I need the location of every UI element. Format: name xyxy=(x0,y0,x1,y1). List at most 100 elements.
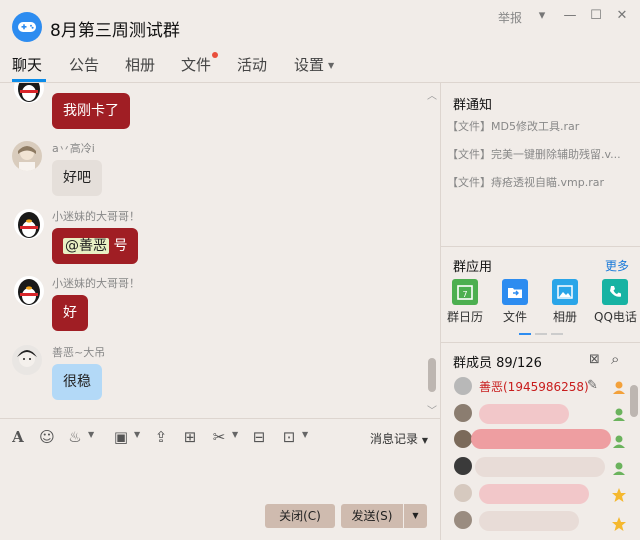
more-apps-link[interactable]: 更多 xyxy=(605,257,629,274)
user-photo-icon xyxy=(18,146,36,171)
apps-title: 群应用 xyxy=(453,260,493,275)
member-row[interactable] xyxy=(441,508,629,534)
message-bubble[interactable]: @善恶 号 xyxy=(52,228,139,264)
new-file-badge xyxy=(212,52,218,58)
blurred-member-name xyxy=(479,511,579,531)
send-button[interactable]: 发送(S) xyxy=(341,504,403,528)
album-icon[interactable] xyxy=(552,279,578,305)
member-row[interactable] xyxy=(441,481,629,507)
svg-text:7: 7 xyxy=(462,290,467,299)
sender-name: 小迷妹的大哥哥！ xyxy=(52,210,140,223)
calendar-icon[interactable]: 7 xyxy=(452,279,478,305)
member-icon xyxy=(611,406,627,422)
chat-window: 8月第三周测试群 举报 ▾ — ☐ ✕ 聊天 公告 相册 文件 活动 设置 ▼ 我… xyxy=(0,0,640,540)
send-options-dropdown[interactable]: ▼ xyxy=(404,504,427,528)
tab-chat[interactable]: 聊天 xyxy=(12,54,42,75)
chevron-down-icon[interactable]: ▼ xyxy=(302,430,308,439)
sender-name: a丷高冷i xyxy=(52,142,95,155)
edit-icon[interactable]: ✎ xyxy=(587,378,598,393)
chat-scrollbar[interactable] xyxy=(428,358,436,392)
pager-dot[interactable] xyxy=(535,333,547,335)
group-avatar[interactable] xyxy=(12,12,42,42)
message-input[interactable] xyxy=(0,452,440,502)
mention-tag[interactable]: @善恶 xyxy=(63,238,109,254)
member-row[interactable]: 善恶(1945986258) ✎ xyxy=(441,374,629,400)
tab-settings-label: 设置 xyxy=(294,56,325,74)
avatar[interactable] xyxy=(14,276,44,306)
search-icon[interactable]: ⌕ xyxy=(611,350,619,368)
message-history-button[interactable]: 消息记录 ▼ xyxy=(370,430,428,447)
notice-item[interactable]: 【文件】完美一键删除辅助残留.v... xyxy=(447,146,635,162)
sender-name: 小迷妹的大哥哥！ xyxy=(52,277,140,290)
avatar[interactable] xyxy=(12,345,42,375)
message-list[interactable]: 我刚卡了 a丷高冷i 好吧 小迷妹的大哥哥！ @善恶 号 小迷妹的大哥哥！ 好 … xyxy=(0,83,440,418)
close-icon[interactable]: ✕ xyxy=(612,6,632,26)
avatar xyxy=(454,457,472,475)
pager-dot[interactable] xyxy=(551,333,563,335)
member-list-scrollbar[interactable] xyxy=(630,385,638,417)
app-label: 群日历 xyxy=(447,310,484,324)
giftbox-icon[interactable]: ⊞ xyxy=(181,428,199,446)
member-icon xyxy=(611,433,627,449)
app-label: 相册 xyxy=(553,310,578,324)
image-icon[interactable]: ▣ xyxy=(112,428,130,446)
member-icon xyxy=(611,460,627,476)
font-icon[interactable]: A xyxy=(9,428,27,446)
scissors-icon[interactable]: ✂ xyxy=(210,428,228,446)
notice-item[interactable]: 【文件】MD5修改工具.rar xyxy=(447,118,635,134)
upload-icon[interactable]: ⇪ xyxy=(152,428,170,446)
message-bubble[interactable]: 很稳 xyxy=(52,364,102,400)
divider xyxy=(0,418,440,419)
divider xyxy=(441,246,640,247)
avatar[interactable] xyxy=(14,83,44,103)
tab-files[interactable]: 文件 xyxy=(181,54,211,75)
maximize-icon[interactable]: ☐ xyxy=(586,6,606,26)
scroll-up-icon[interactable]: ︿ xyxy=(427,87,437,102)
blurred-member-name xyxy=(479,404,569,424)
group-title: 8月第三周测试群 xyxy=(50,21,180,41)
message-bubble[interactable]: 好 xyxy=(52,295,88,331)
avatar xyxy=(454,484,472,502)
tab-settings[interactable]: 设置 ▼ xyxy=(294,54,334,75)
screenshot-icon[interactable]: ⊡ xyxy=(280,428,298,446)
message-history-label: 消息记录 xyxy=(370,432,419,446)
blurred-member-name xyxy=(475,457,605,477)
members-title: 群成员 89/126 xyxy=(453,356,542,371)
sender-name: 善恶~大吊 xyxy=(52,346,106,359)
member-row[interactable] xyxy=(441,454,629,480)
member-row[interactable] xyxy=(441,401,629,427)
chevron-down-icon[interactable]: ▼ xyxy=(88,430,94,439)
close-button[interactable]: 关闭(C) xyxy=(265,504,335,528)
star-member-icon xyxy=(611,487,627,503)
minimize-icon[interactable]: — xyxy=(560,6,580,26)
message-text: 号 xyxy=(113,238,128,254)
chevron-down-icon: ▼ xyxy=(421,436,428,445)
gift-icon[interactable]: ♨ xyxy=(66,428,84,446)
tab-album[interactable]: 相册 xyxy=(125,54,155,75)
avatar[interactable] xyxy=(14,209,44,239)
message-bubble[interactable]: 好吧 xyxy=(52,160,102,196)
divider xyxy=(441,342,640,343)
member-row[interactable] xyxy=(441,427,629,453)
notice-item[interactable]: 【文件】痔疮透视自瞄.vmp.rar xyxy=(447,174,635,190)
chevron-down-icon: ▼ xyxy=(328,61,335,70)
member-name: 善恶(1945986258) xyxy=(479,380,589,394)
app-label: QQ电话 xyxy=(594,310,637,324)
admin-icon xyxy=(611,379,627,395)
tab-activities[interactable]: 活动 xyxy=(237,54,267,75)
chevron-down-icon[interactable]: ▼ xyxy=(232,430,238,439)
folder-icon[interactable] xyxy=(502,279,528,305)
avatar xyxy=(454,377,472,395)
avatar[interactable] xyxy=(12,141,42,171)
emoji-icon[interactable]: ☺ xyxy=(38,428,56,446)
phone-icon[interactable] xyxy=(602,279,628,305)
dropdown-icon[interactable]: ▾ xyxy=(532,6,552,26)
member-manage-icon[interactable]: ⊠ xyxy=(589,352,600,367)
tab-announcement[interactable]: 公告 xyxy=(69,54,99,75)
chevron-down-icon[interactable]: ▼ xyxy=(134,430,140,439)
report-button[interactable]: 举报 xyxy=(498,9,522,26)
message-bubble[interactable]: 我刚卡了 xyxy=(52,93,130,129)
scroll-down-icon[interactable]: ﹀ xyxy=(427,402,437,417)
pager-dot-active[interactable] xyxy=(519,333,531,335)
red-packet-icon[interactable]: ⊟ xyxy=(250,428,268,446)
